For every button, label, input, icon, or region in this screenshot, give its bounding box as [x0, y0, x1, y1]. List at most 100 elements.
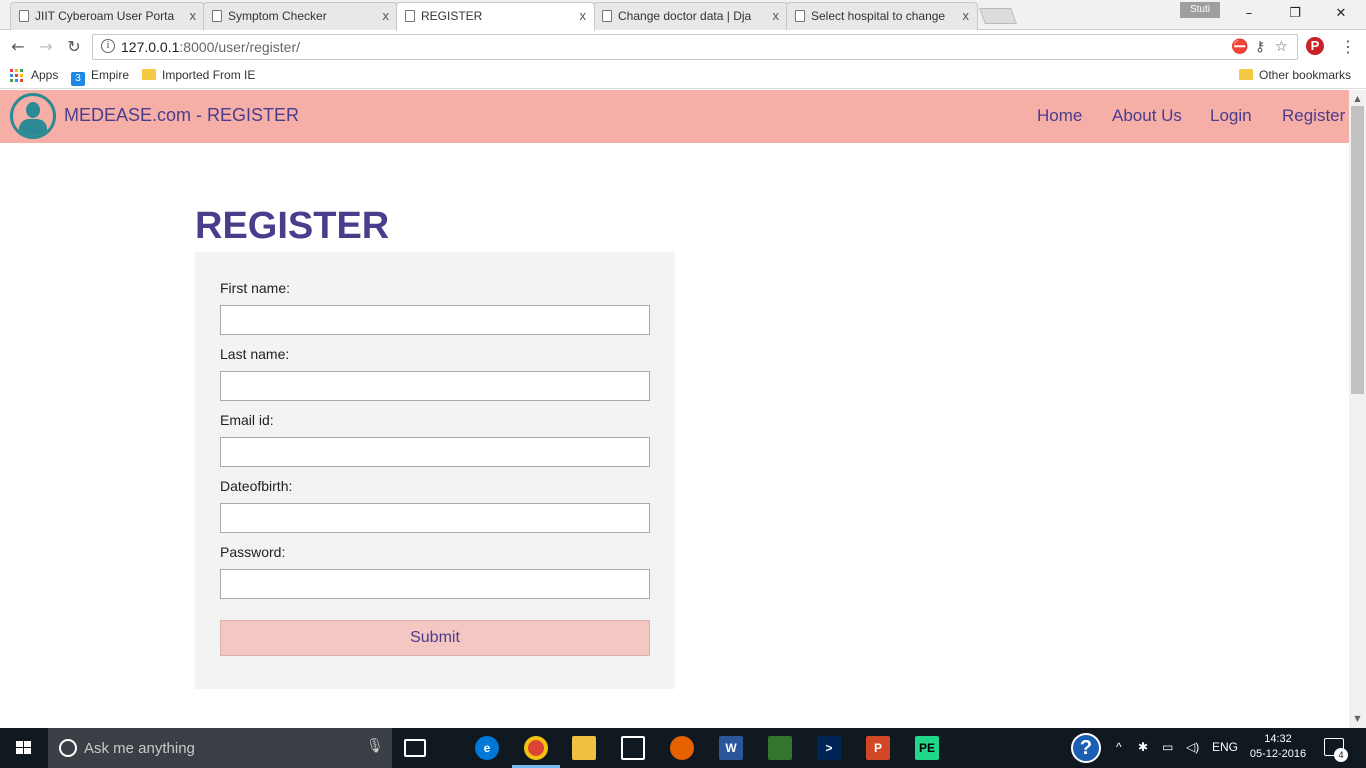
windows-logo-icon: [16, 741, 32, 755]
microphone-icon[interactable]: 🎙: [366, 738, 384, 754]
bookmark-label: Imported From IE: [162, 68, 256, 82]
tab-symptom-checker[interactable]: Symptom Checker x: [203, 2, 398, 30]
first-name-label: First name:: [220, 280, 291, 296]
chrome-icon[interactable]: [524, 736, 548, 760]
edge-icon[interactable]: e: [475, 736, 499, 760]
tab-title: JIIT Cyberoam User Porta: [35, 9, 175, 23]
pycharm-icon[interactable]: PE: [915, 736, 939, 760]
page-icon: [795, 10, 805, 22]
nav-about-us[interactable]: About Us: [1112, 106, 1182, 126]
register-form: First name: Last name: Email id: Dateofb…: [195, 252, 675, 689]
back-icon[interactable]: ←: [8, 37, 28, 57]
tab-select-hospital[interactable]: Select hospital to change x: [786, 2, 978, 30]
project-icon[interactable]: [768, 736, 792, 760]
browser-toolbar: ← → ↻ i 127.0.0.1:8000/user/register/ ⛔ …: [0, 31, 1366, 63]
apps-icon[interactable]: [10, 69, 24, 83]
scroll-up-icon[interactable]: ▲: [1349, 92, 1366, 106]
start-button[interactable]: [0, 728, 48, 768]
email-label: Email id:: [220, 412, 274, 428]
close-icon[interactable]: x: [773, 8, 780, 23]
browser-tab-strip: JIIT Cyberoam User Porta x Symptom Check…: [0, 0, 1366, 31]
powerpoint-icon[interactable]: P: [866, 736, 890, 760]
new-tab-button[interactable]: [979, 8, 1017, 24]
bookmarks-bar: Apps 3 Empire Imported From IE Other book…: [0, 63, 1366, 89]
bookmark-apps[interactable]: Apps: [31, 68, 58, 82]
nav-login[interactable]: Login: [1210, 106, 1252, 126]
folder-icon: [1239, 69, 1253, 80]
first-name-field[interactable]: [220, 305, 650, 335]
system-clock[interactable]: 14:32 05-12-2016: [1248, 732, 1308, 762]
store-icon[interactable]: [621, 736, 645, 760]
url-host: 127.0.0.1: [121, 39, 180, 55]
clock-date: 05-12-2016: [1249, 748, 1307, 760]
page-icon: [602, 10, 612, 22]
profile-badge[interactable]: Stuti: [1180, 2, 1220, 18]
volume-icon[interactable]: ◁): [1186, 740, 1199, 754]
search-placeholder: Ask me anything: [84, 740, 195, 757]
nav-register[interactable]: Register: [1282, 106, 1345, 126]
show-hidden-icons-icon[interactable]: ^: [1116, 740, 1122, 754]
cortana-icon: [59, 739, 77, 757]
bookmark-label: Empire: [91, 68, 130, 82]
page-icon: [19, 10, 29, 22]
forward-icon[interactable]: →: [36, 37, 56, 57]
firefox-icon[interactable]: [670, 736, 694, 760]
bookmark-other[interactable]: Other bookmarks: [1239, 68, 1351, 82]
close-icon[interactable]: x: [963, 8, 970, 23]
battery-icon[interactable]: ▭: [1162, 740, 1173, 754]
windows-taskbar: Ask me anything 🎙 e W > P PE ? ^ ✱ ▭ ◁) …: [0, 728, 1366, 768]
site-header: MEDEASE.com - REGISTER Home About Us Log…: [0, 90, 1349, 143]
menu-icon[interactable]: ⋮: [1340, 37, 1356, 56]
scroll-thumb[interactable]: [1351, 106, 1364, 394]
bookmark-empire[interactable]: 3 Empire: [71, 68, 129, 86]
submit-button[interactable]: Submit: [220, 620, 650, 656]
tab-title: Change doctor data | Dja: [618, 9, 752, 23]
password-field[interactable]: [220, 569, 650, 599]
pinterest-icon[interactable]: P: [1306, 37, 1324, 55]
bookmark-label: Other bookmarks: [1259, 68, 1352, 82]
nav-home[interactable]: Home: [1037, 106, 1082, 126]
tab-register[interactable]: REGISTER x: [396, 2, 595, 31]
wifi-icon[interactable]: ✱: [1138, 740, 1148, 754]
page-title: REGISTER: [195, 205, 390, 247]
clock-time: 14:32: [1264, 733, 1292, 745]
powershell-icon[interactable]: >: [817, 736, 841, 760]
bookmark-star-icon[interactable]: ☆: [1275, 39, 1288, 55]
email-field[interactable]: [220, 437, 650, 467]
tab-title: Select hospital to change: [811, 9, 946, 23]
key-icon[interactable]: ⚷: [1255, 39, 1265, 55]
date-of-birth-label: Dateofbirth:: [220, 478, 293, 494]
file-explorer-icon[interactable]: [572, 736, 596, 760]
tab-jiit-cyberoam[interactable]: JIIT Cyberoam User Porta x: [10, 2, 205, 30]
last-name-label: Last name:: [220, 346, 290, 362]
tab-change-doctor-data[interactable]: Change doctor data | Dja x: [593, 2, 788, 30]
url-text[interactable]: 127.0.0.1:8000/user/register/: [121, 39, 300, 55]
scroll-down-icon[interactable]: ▼: [1349, 712, 1366, 726]
notification-count-badge: 4: [1334, 748, 1348, 762]
info-icon[interactable]: i: [101, 39, 115, 53]
last-name-field[interactable]: [220, 371, 650, 401]
window-close-icon[interactable]: ✕: [1318, 0, 1364, 28]
address-bar[interactable]: i 127.0.0.1:8000/user/register/ ⛔ ⚷ ☆: [92, 34, 1298, 60]
folder-icon: [142, 69, 156, 80]
task-view-icon[interactable]: [404, 739, 426, 757]
brand-title[interactable]: MEDEASE.com - REGISTER: [64, 105, 299, 126]
minimize-icon[interactable]: –: [1226, 0, 1272, 28]
cortana-search-box[interactable]: Ask me anything 🎙: [48, 728, 392, 768]
close-icon[interactable]: x: [383, 8, 390, 23]
help-icon[interactable]: ?: [1071, 733, 1101, 763]
language-indicator[interactable]: ENG: [1212, 740, 1238, 754]
empire-icon: 3: [71, 72, 85, 86]
restore-icon[interactable]: ❐: [1272, 0, 1318, 28]
doctor-logo-icon[interactable]: [10, 93, 56, 139]
bookmark-imported-from-ie[interactable]: Imported From IE: [142, 68, 255, 82]
page-icon: [212, 10, 222, 22]
date-of-birth-field[interactable]: [220, 503, 650, 533]
close-icon[interactable]: x: [190, 8, 197, 23]
password-label: Password:: [220, 544, 286, 560]
page-icon: [405, 10, 415, 22]
reload-icon[interactable]: ↻: [64, 37, 84, 57]
close-icon[interactable]: x: [580, 8, 587, 23]
extension-icon[interactable]: ⛔: [1231, 39, 1248, 55]
word-icon[interactable]: W: [719, 736, 743, 760]
